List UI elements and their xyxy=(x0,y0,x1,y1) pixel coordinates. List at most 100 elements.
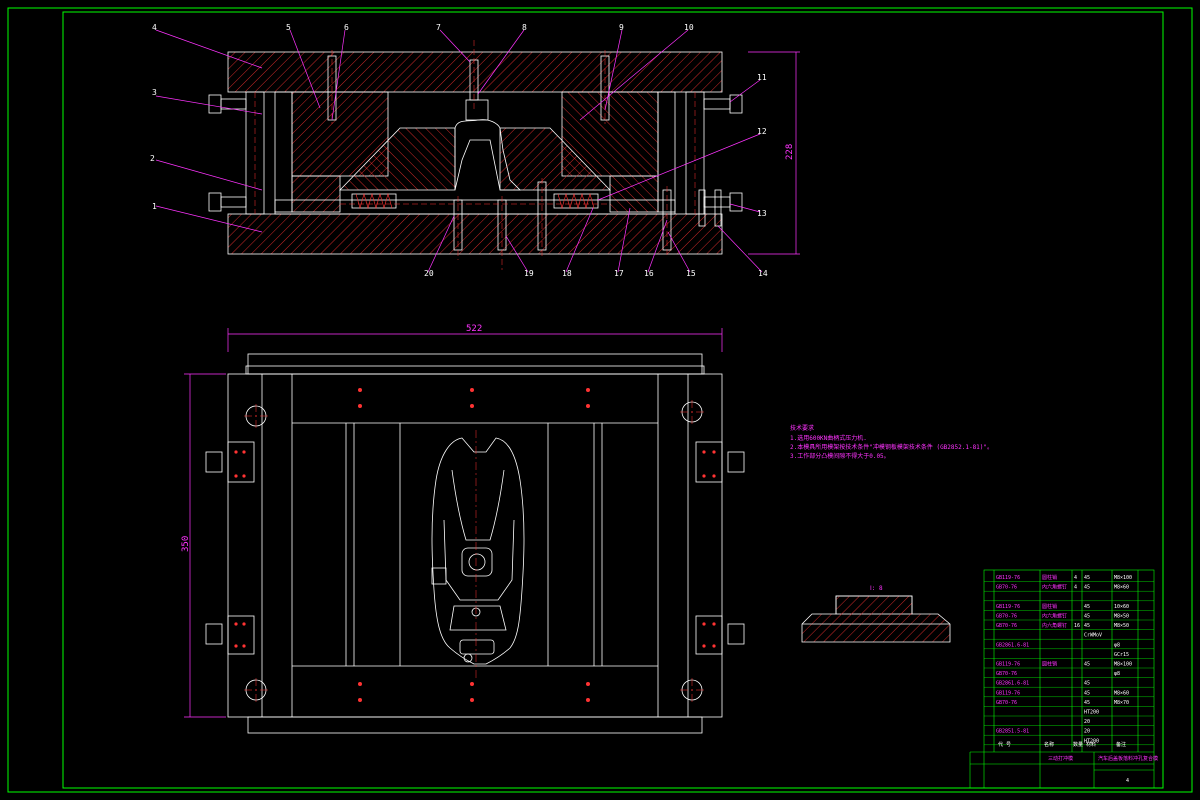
tech-note-1: 1.选用600KN曲柄式压力机. xyxy=(790,434,867,442)
bom-cell-qty: 4 xyxy=(1074,585,1077,591)
part-label-18: 18 xyxy=(562,269,572,278)
lower-die-plate xyxy=(227,213,723,255)
bom-cell-mat: 45 xyxy=(1084,700,1090,706)
bom-cell-mat: 45 xyxy=(1084,614,1090,620)
screw-marks xyxy=(234,388,716,702)
bom-rows: GB119-76 圆柱销 4 45 M8×100 GB70-76 内六角螺钉 4 45 M8×60… xyxy=(984,574,1154,745)
plan-knob-right-upper xyxy=(727,451,745,473)
bom-cell-mat: 20 xyxy=(1084,729,1090,735)
tech-note-2: 2.本模具所用模架按技术条件"冲模钢板模架技术条件 (GB2852.1-81)"… xyxy=(790,443,993,451)
part-label-14: 14 xyxy=(758,269,768,278)
tb-header-mat: 材料 xyxy=(1086,741,1096,748)
part-label-1: 1 xyxy=(152,202,157,211)
tech-notes: 技术要求 1.选用600KN曲柄式压力机. 2.本模具所用模架按技术条件"冲模钢… xyxy=(790,424,993,460)
bom-cell-spec: M8×60 xyxy=(1114,585,1129,591)
bom-cell-mat: 45 xyxy=(1084,604,1090,610)
bom-cell-spec: M8×100 xyxy=(1114,662,1132,668)
bom-cell-mat: CrWMoV xyxy=(1084,633,1102,639)
bom-cell-std: GB2861.6-81 xyxy=(996,681,1029,687)
bom-cell-mat: 45 xyxy=(1084,585,1090,591)
part-label-11: 11 xyxy=(757,73,767,82)
bom-cell-name: 内六角螺钉 xyxy=(1042,613,1067,620)
dim-plan-height: 350 xyxy=(181,536,191,552)
part-label-10: 10 xyxy=(684,23,694,32)
part-label-2: 2 xyxy=(150,154,155,163)
plan-knob-left-upper xyxy=(205,451,223,473)
bom-cell-std: GB70-76 xyxy=(996,671,1017,677)
part-label-7: 7 xyxy=(436,23,441,32)
bom-cell-std: GB119-76 xyxy=(996,662,1020,668)
bom-cell-mat: 45 xyxy=(1084,575,1090,581)
part-label-6: 6 xyxy=(344,23,349,32)
part-label-3: 3 xyxy=(152,88,157,97)
part-label-5: 5 xyxy=(286,23,291,32)
detail-label: Ⅰ: 8 xyxy=(870,585,883,592)
part-label-9: 9 xyxy=(619,23,624,32)
plan-view xyxy=(205,353,745,734)
part-label-17: 17 xyxy=(614,269,624,278)
bom-cell-mat: 45 xyxy=(1084,690,1090,696)
tb-header-note: 备注 xyxy=(1116,741,1126,748)
bom-cell-mat: 20 xyxy=(1084,719,1090,725)
tech-notes-heading: 技术要求 xyxy=(790,424,814,432)
bom-cell-qty: 16 xyxy=(1074,623,1080,629)
bom-cell-std: GB119-76 xyxy=(996,604,1020,610)
dim-section-height: 228 xyxy=(785,144,795,160)
bom-cell-std: GB2861.6-81 xyxy=(996,642,1029,648)
part-label-13: 13 xyxy=(757,209,767,218)
tech-note-3: 3.工作部分凸模间隙不得大于0.05。 xyxy=(790,452,890,460)
bom-cell-name: 内六角螺钉 xyxy=(1042,622,1067,629)
part-label-19: 19 xyxy=(524,269,534,278)
bom-cell-std: GB70-76 xyxy=(996,614,1017,620)
title-block: 代 号 名称 数量 材料 备注 三动打冲模 汽车后盖板落料冲孔复合模 4 xyxy=(998,741,1158,784)
tb-header-qty: 数量 xyxy=(1073,741,1083,748)
bom-cell-qty: 4 xyxy=(1074,575,1077,581)
knob-right-lower xyxy=(729,192,743,212)
bom-cell-spec: M8×50 xyxy=(1114,614,1129,620)
bom-cell-spec: φ8 xyxy=(1114,671,1120,677)
part-label-12: 12 xyxy=(757,127,767,136)
part-label-16: 16 xyxy=(644,269,654,278)
tb-header-no: 代 号 xyxy=(998,741,1011,748)
plan-knob-left-lower xyxy=(205,623,223,645)
bom-cell-name: 圆柱销 xyxy=(1042,603,1057,610)
bom-cell-std: GB70-76 xyxy=(996,700,1017,706)
bom-cell-spec: M8×70 xyxy=(1114,700,1129,706)
section-view xyxy=(208,40,743,270)
bom-cell-mat: HT200 xyxy=(1084,710,1099,716)
tb-part-name: 汽车后盖板落料冲孔复合模 xyxy=(1098,755,1158,762)
bom-cell-spec: GCr15 xyxy=(1114,652,1129,658)
bom-cell-name: 内六角螺钉 xyxy=(1042,584,1067,591)
plan-knob-right-lower xyxy=(727,623,745,645)
plan-centerlines xyxy=(244,400,704,702)
detail-view xyxy=(801,595,951,643)
part-label-20: 20 xyxy=(424,269,434,278)
dim-plan-width: 522 xyxy=(466,324,482,334)
bom-cell-name: 圆柱销 xyxy=(1042,661,1057,668)
bom-cell-mat: 45 xyxy=(1084,662,1090,668)
cad-drawing: 4 5 6 7 8 9 10 3 2 1 11 12 13 14 20 19 1… xyxy=(7,7,1193,793)
bom-cell-spec: M8×60 xyxy=(1114,690,1129,696)
knob-left-upper xyxy=(208,94,222,114)
part-label-4: 4 xyxy=(152,23,157,32)
knob-left-lower xyxy=(208,192,222,212)
bom-cell-mat: 45 xyxy=(1084,623,1090,629)
bom-cell-std: GB70-76 xyxy=(996,623,1017,629)
bom-cell-spec: 10×60 xyxy=(1114,604,1129,610)
upper-die-plate xyxy=(227,51,723,93)
bom-cell-spec: M8×100 xyxy=(1114,575,1132,581)
part-label-15: 15 xyxy=(686,269,696,278)
tb-header-name: 名称 xyxy=(1044,741,1054,748)
bom-cell-mat: 45 xyxy=(1084,681,1090,687)
plan-dimensions xyxy=(184,328,723,718)
bom-cell-spec: M8×50 xyxy=(1114,623,1129,629)
bom-cell-std: GB2851.5-81 xyxy=(996,729,1029,735)
bom-cell-std: GB119-76 xyxy=(996,575,1020,581)
tb-drawing-name: 三动打冲模 xyxy=(1048,755,1073,762)
bom-cell-std: GB119-76 xyxy=(996,690,1020,696)
bom-cell-std: GB70-76 xyxy=(996,585,1017,591)
part-label-8: 8 xyxy=(522,23,527,32)
bom-cell-name: 圆柱销 xyxy=(1042,574,1057,581)
tb-sheet: 4 xyxy=(1126,778,1129,784)
bom-cell-spec: φ8 xyxy=(1114,642,1120,648)
